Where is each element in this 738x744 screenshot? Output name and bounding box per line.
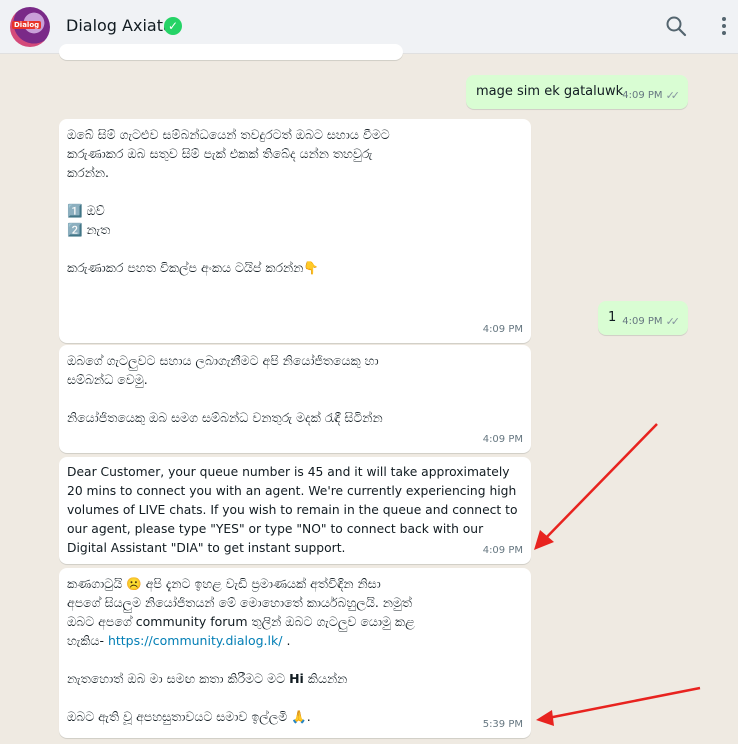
chat-area[interactable]: mage sim ek gataluwk 4:09 PM ✓✓ ඔබේ සිම්…	[0, 44, 738, 744]
message-time: 5:39 PM	[482, 719, 523, 730]
double-check-icon: ✓✓	[665, 315, 681, 328]
message-line: volumes of LIVE chats. If you wish to re…	[67, 503, 518, 517]
message-line: කණගාටුයි ☹️ අපි දැනට ඉහළ වැඩි ප්‍රමාණයක්…	[67, 576, 381, 591]
message-line: කරන්න.	[67, 165, 109, 180]
double-check-icon: ✓✓	[665, 89, 681, 102]
message-line: ඔබට ඇති වූ අපහසුතාවයට සමාව ඉල්ලමි 🙏.	[67, 709, 311, 724]
message-line: නියෝජිතයෙකු ඔබ සමග සම්බන්ධ වනතුරු මදක් ර…	[67, 410, 383, 425]
message-line: Dear Customer, your queue number is 45 a…	[67, 465, 510, 479]
message-text: .	[282, 633, 291, 648]
message-line: our agent, please type "YES" or type "NO…	[67, 522, 484, 536]
message-text: කියන්න	[303, 671, 348, 686]
option-yes: 1️⃣ ඔව්	[67, 203, 105, 218]
annotation-arrow-icon	[536, 686, 701, 726]
message-line: හැකිය- https://community.dialog.lk/ .	[67, 631, 415, 650]
message-line: ඔබේ සිම් ගැටළුව සම්බන්ධයෙන් තවදුරටත් ඔබට…	[67, 127, 390, 142]
message-line: ඔබට අපගේ community forum තුලින් ඔබට ගැටල…	[67, 614, 415, 629]
menu-icon[interactable]	[718, 14, 730, 38]
message-meta: 4:09 PM	[483, 430, 523, 449]
message-bubble-outgoing: mage sim ek gataluwk 4:09 PM ✓✓	[466, 75, 688, 109]
message-bubble-incoming: ඔබේ සිම් ගැටළුව සම්බන්ධයෙන් තවදුරටත් ඔබට…	[59, 119, 531, 343]
keyword-hi: Hi	[289, 671, 304, 686]
message-bubble-incoming: ඔබගේ ගැටලුවට සහාය ලබාගැනීමට අපි නියෝජිතය…	[59, 345, 531, 453]
message-text: නැතහොත් ඔබ මා සමඟ කතා කිරීමට මට	[67, 671, 290, 686]
message-meta: 4:09 PM	[483, 541, 523, 560]
message-line: 20 mins to connect you with an agent. We…	[67, 484, 517, 498]
option-no: 2️⃣ නැත	[67, 222, 111, 237]
message-time: 4:09 PM	[622, 90, 663, 101]
message-meta: 4:09 PM	[483, 320, 523, 339]
contact-name[interactable]: Dialog Axiata	[66, 16, 173, 35]
message-line: අපගේ සියලුම නියෝජිතයන් මේ මොහොතේ කාර්යබහ…	[67, 595, 413, 610]
message-bubble-outgoing: 1 4:09 PM ✓✓	[598, 301, 688, 335]
message-line: සම්බන්ධ වෙමු.	[67, 372, 148, 387]
message-text: mage sim ek gataluwk	[476, 84, 624, 99]
contact-avatar[interactable]: Dialog	[10, 7, 50, 47]
message-line: කරුණාකර ඔබ සතුව සිම් පැක් එකක් තිබේද යන්…	[67, 146, 373, 161]
message-time: 4:09 PM	[482, 324, 523, 335]
message-time: 4:09 PM	[622, 316, 663, 327]
message-line: Digital Assistant "DIA" to get instant s…	[67, 541, 346, 555]
message-line: ඔබගේ ගැටලුවට සහාය ලබාගැනීමට අපි නියෝජිතය…	[67, 353, 379, 368]
avatar-logo: Dialog	[12, 21, 42, 29]
annotation-arrow-icon	[534, 423, 658, 550]
message-bubble-incoming: කණගාටුයි ☹️ අපි දැනට ඉහළ වැඩි ප්‍රමාණයක්…	[59, 568, 531, 738]
message-line: කරුණාකර පහත විකල්ප අංකය ටයිප් කරන්න👇	[67, 260, 319, 275]
message-meta: 4:09 PM ✓✓	[622, 86, 680, 105]
community-link[interactable]: https://community.dialog.lk/	[108, 633, 283, 648]
message-text: හැකිය-	[67, 633, 108, 648]
message-time: 4:09 PM	[482, 545, 523, 556]
message-time: 4:09 PM	[482, 434, 523, 445]
message-line: නැතහොත් ඔබ මා සමඟ කතා කිරීමට මට Hi කියන්…	[67, 669, 415, 688]
check-badge-icon: ✓	[164, 17, 182, 35]
message-bubble-incoming: Dear Customer, your queue number is 45 a…	[59, 457, 531, 564]
message-meta: 4:09 PM ✓✓	[622, 312, 680, 331]
message-text: 1	[608, 310, 617, 325]
message-meta: 5:39 PM	[483, 715, 523, 734]
search-icon[interactable]	[664, 14, 688, 38]
message-bubble-partial	[59, 44, 403, 60]
